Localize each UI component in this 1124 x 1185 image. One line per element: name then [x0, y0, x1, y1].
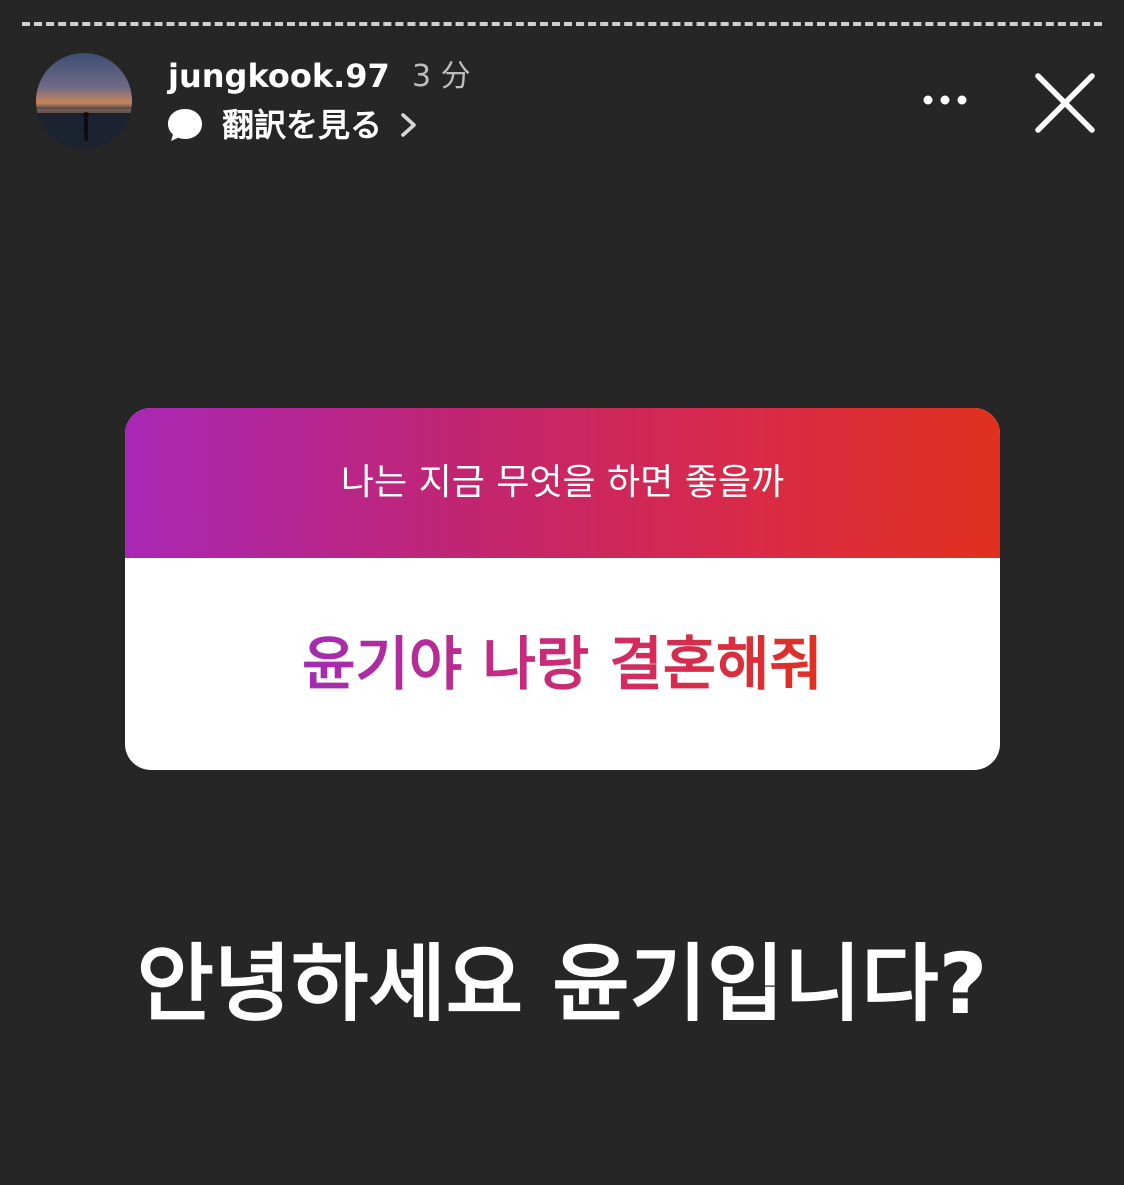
- reply-caption: 안녕하세요 윤기입니다?: [136, 935, 988, 1033]
- username[interactable]: jungkook.97: [168, 56, 390, 96]
- answer-area: 윤기야 나랑 결혼해줘: [125, 558, 1000, 770]
- question-sticker: 나는 지금 무엇을 하면 좋을까 윤기야 나랑 결혼해줘: [125, 408, 1000, 770]
- see-translation-label: 翻訳を見る: [222, 106, 383, 144]
- speech-bubble-icon: [168, 109, 202, 141]
- close-icon[interactable]: [1026, 64, 1104, 142]
- question-header: 나는 지금 무엇을 하면 좋을까: [125, 408, 1000, 558]
- timestamp: 3 分: [412, 59, 471, 94]
- question-text: 나는 지금 무엇을 하면 좋을까: [340, 462, 785, 503]
- sunset-silhouette-image: [36, 109, 132, 149]
- chevron-right-icon: [401, 113, 416, 137]
- answer-text: 윤기야 나랑 결혼해줘: [302, 630, 823, 698]
- story-progress-bar: [22, 22, 1102, 26]
- see-translation-button[interactable]: 翻訳を見る: [166, 104, 420, 146]
- avatar[interactable]: [36, 53, 132, 149]
- more-options-icon[interactable]: [912, 80, 978, 120]
